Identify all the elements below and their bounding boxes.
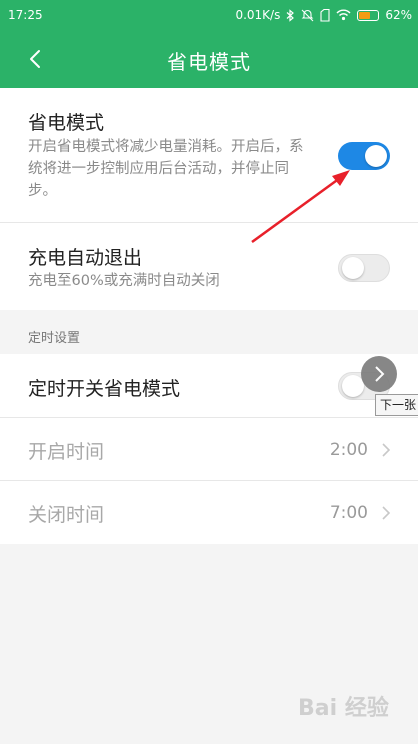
baidu-watermark: Bai 经验 [298, 696, 389, 721]
next-image-button[interactable] [361, 356, 397, 392]
annotation-arrow [251, 170, 350, 244]
chevron-right-icon [375, 366, 385, 382]
next-image-tooltip: 下一张 [375, 394, 418, 416]
